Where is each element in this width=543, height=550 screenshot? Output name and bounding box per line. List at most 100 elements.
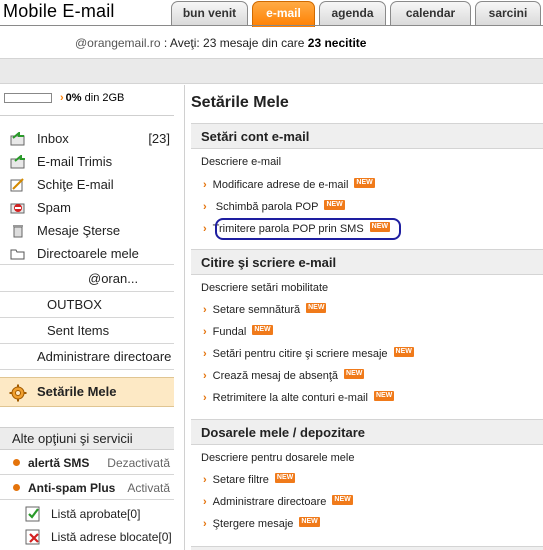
link-label: Setări pentru citire şi scriere mesaje — [212, 348, 388, 360]
folder-my-folders[interactable]: Directoarele mele — [0, 243, 174, 265]
approved-list-link[interactable]: Listă aprobate[0] — [0, 504, 174, 524]
column-divider — [184, 85, 185, 550]
new-badge: NEW — [344, 369, 365, 379]
subfolder-sent-items[interactable]: Sent Items — [0, 318, 174, 344]
link-label: Fundal — [212, 326, 247, 338]
account-email: @orangemail.ro — [75, 36, 161, 50]
new-badge: NEW — [373, 391, 395, 401]
folder-count: [23] — [148, 131, 170, 146]
chevron-right-icon: › — [203, 474, 207, 486]
folder-label: Spam — [37, 200, 71, 215]
trash-icon — [13, 225, 23, 238]
subfolder-label: OUTBOX — [47, 297, 102, 312]
service-sms-alert[interactable]: alertă SMS Dezactivată — [0, 451, 174, 475]
new-badge: NEW — [393, 347, 414, 357]
settings-icon — [9, 384, 27, 402]
folder-inbox[interactable]: Inbox [23] — [0, 128, 174, 150]
folder-label: Schiţe E-mail — [37, 177, 114, 192]
manage-folders-link[interactable]: Administrare directoare — [0, 344, 174, 370]
link-modify-addresses[interactable]: › Modificare adrese de e-mail NEW — [203, 178, 375, 194]
quota-suffix: din 2GB — [81, 92, 125, 104]
new-badge: NEW — [332, 495, 353, 505]
new-badge: NEW — [354, 178, 375, 188]
section-description: Descriere setări mobilitate — [201, 282, 329, 294]
link-label: Retrimitere la alte conturi e-mail — [212, 392, 368, 404]
chevron-right-icon: › — [203, 326, 207, 338]
bullet-icon — [13, 459, 20, 466]
drafts-icon — [10, 178, 24, 192]
highlight-outline — [215, 218, 401, 240]
service-state: Dezactivată — [107, 456, 170, 470]
sidebar-item-settings[interactable]: Setările Mele — [0, 377, 174, 407]
service-anti-spam[interactable]: Anti-spam Plus Activată — [0, 476, 174, 500]
page-title: Setările Mele — [191, 94, 289, 111]
chevron-right-icon: › — [203, 201, 207, 213]
link-signature[interactable]: › Setare semnătură NEW — [203, 303, 327, 319]
chevron-right-icon: › — [203, 304, 207, 316]
mailbox-summary: @orangemail.ro : Aveţi: 23 mesaje din ca… — [75, 36, 366, 50]
link-background[interactable]: › Fundal NEW — [203, 325, 273, 341]
section-strip — [191, 546, 543, 550]
new-badge: NEW — [252, 325, 273, 335]
link-filters[interactable]: › Setare filtre NEW — [203, 473, 296, 489]
list-label: Listă aprobate[0] — [51, 507, 141, 521]
folder-trash[interactable]: Mesaje Şterse — [0, 220, 174, 242]
toolbar-strip — [0, 58, 543, 84]
tab-calendar[interactable]: calendar — [390, 1, 471, 25]
chevron-right-icon: › — [203, 348, 207, 360]
link-manage-folders[interactable]: › Administrare directoare NEW — [203, 495, 353, 511]
subfolder-label: Sent Items — [47, 323, 110, 338]
folder-sent[interactable]: E-mail Trimis — [0, 151, 174, 173]
sidebar: › 0% din 2GB Inbox [23] E-mail Trimis Sc… — [0, 85, 174, 550]
folder-drafts[interactable]: Schiţe E-mail — [0, 174, 174, 196]
other-services-panel: Alte opţiuni şi servicii alertă SMS Deza… — [0, 427, 174, 550]
tab-e-mail[interactable]: e-mail — [252, 1, 315, 27]
section-heading-read-write: Citire şi scriere e-mail — [191, 249, 543, 275]
settings-main: Setările Mele Setări cont e-mail Descrie… — [191, 85, 543, 550]
folder-label: Inbox — [37, 131, 69, 146]
service-name: alertă SMS — [28, 456, 90, 470]
section-heading-folders: Dosarele mele / depozitare — [191, 419, 543, 445]
storage-quota: › 0% din 2GB — [4, 92, 124, 104]
approved-list-icon — [25, 506, 40, 522]
service-state: Activată — [127, 481, 170, 495]
app-title: Mobile E-mail — [3, 1, 115, 21]
inbox-icon — [10, 132, 25, 146]
new-badge: NEW — [274, 473, 296, 483]
other-services-heading: Alte opţiuni şi servicii — [0, 428, 174, 450]
link-forwarding[interactable]: › Retrimitere la alte conturi e-mail NEW — [203, 391, 395, 407]
chevron-right-icon: › — [203, 392, 207, 404]
subfolder-label: @oran... — [88, 271, 139, 286]
tab-agenda[interactable]: agenda — [319, 1, 386, 25]
section-description: Descriere pentru dosarele mele — [201, 452, 355, 464]
link-label: Modificare adrese de e-mail — [212, 179, 349, 191]
link-label: Crează mesaj de absenţă — [212, 370, 339, 382]
subfolder-outbox[interactable]: OUTBOX — [0, 292, 174, 318]
new-badge: NEW — [324, 200, 345, 210]
settings-label: Setările Mele — [37, 384, 117, 399]
tab-bun-venit[interactable]: bun venit — [171, 1, 248, 25]
link-label: Administrare directoare — [212, 496, 327, 508]
folder-spam[interactable]: Spam — [0, 197, 174, 219]
service-name: Anti-spam Plus — [28, 481, 116, 495]
chevron-right-icon: › — [203, 370, 207, 382]
blocked-list-link[interactable]: Listă adrese blocate[0] — [0, 527, 174, 547]
link-delete-messages[interactable]: › Ştergere mesaje NEW — [203, 517, 320, 533]
link-label: Schimbă parola POP — [215, 201, 319, 213]
link-read-write-settings[interactable]: › Setări pentru citire şi scriere mesaje N… — [203, 347, 414, 363]
folder-label: E-mail Trimis — [37, 154, 113, 169]
folder-icon — [10, 249, 25, 260]
link-out-of-office[interactable]: › Crează mesaj de absenţă NEW — [203, 369, 365, 385]
quota-bar — [4, 93, 52, 103]
list-label: Listă adrese blocate[0] — [51, 530, 172, 544]
unread-count: 23 necitite — [307, 36, 367, 50]
spam-icon — [10, 203, 25, 214]
link-label: Ştergere mesaje — [212, 518, 294, 530]
link-change-pop-password[interactable]: › Schimbă parola POP NEW — [203, 200, 345, 216]
subfolder-label: Administrare directoare — [37, 349, 172, 364]
tab-sarcini[interactable]: sarcini — [475, 1, 541, 25]
chevron-right-icon: › — [203, 223, 207, 235]
chevron-right-icon: › — [203, 518, 207, 530]
chevron-right-icon: › — [203, 496, 207, 508]
subfolder-account[interactable]: @oran... — [0, 266, 174, 292]
